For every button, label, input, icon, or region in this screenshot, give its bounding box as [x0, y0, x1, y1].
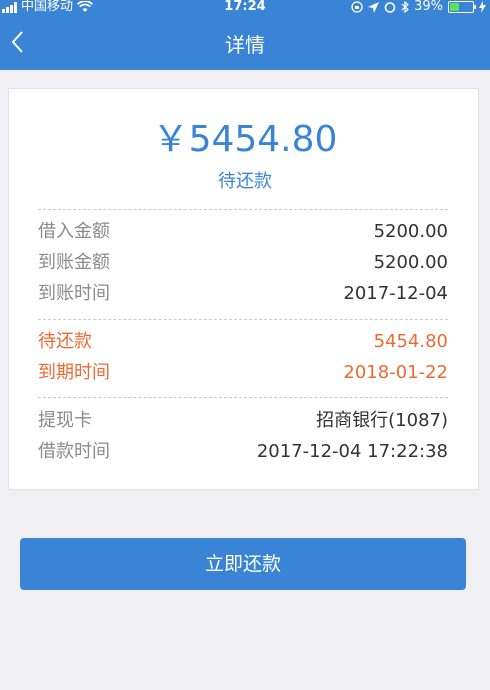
repay-now-button[interactable]: 立即还款	[20, 538, 466, 590]
row-label: 到账金额	[38, 252, 110, 273]
divider	[38, 319, 448, 320]
detail-row-withdrawal-card: 提现卡 招商银行(1087)	[38, 407, 448, 435]
row-label: 借款时间	[38, 441, 110, 462]
row-value: 2017-12-04	[343, 283, 448, 304]
divider	[38, 209, 448, 210]
page-title: 详情	[225, 33, 265, 57]
battery-icon	[448, 1, 476, 13]
detail-row-borrowed-amount: 借入金额 5200.00	[38, 218, 448, 246]
row-label: 待还款	[38, 331, 92, 352]
repayment-status: 待还款	[218, 171, 272, 192]
row-value: 2017-12-04 17:22:38	[256, 441, 448, 462]
divider	[38, 397, 448, 398]
detail-row-amount-due: 待还款 5454.80	[38, 328, 448, 356]
header-bar: 中国移动 17:24 39% 详情	[0, 0, 490, 70]
location-icon	[368, 1, 380, 13]
row-label: 提现卡	[38, 410, 92, 431]
detail-row-received-amount: 到账金额 5200.00	[38, 249, 448, 277]
detail-row-due-date: 到期时间 2018-01-22	[38, 359, 448, 387]
lock-rotation-icon	[351, 1, 363, 13]
alarm-icon	[384, 2, 396, 13]
bluetooth-icon	[401, 1, 410, 13]
detail-row-received-date: 到账时间 2017-12-04	[38, 280, 448, 308]
row-value: 招商银行(1087)	[316, 410, 448, 431]
battery-percent: 39%	[414, 0, 443, 14]
row-value: 5200.00	[373, 252, 448, 273]
row-label: 到期时间	[38, 362, 110, 383]
charging-icon	[479, 1, 486, 13]
row-value: 2018-01-22	[343, 362, 448, 383]
row-value: 5200.00	[373, 221, 448, 242]
status-bar: 中国移动 17:24 39%	[0, 0, 490, 16]
repayment-amount: ￥5454.80	[152, 119, 338, 160]
row-value: 5454.80	[373, 331, 448, 352]
detail-row-loan-time: 借款时间 2017-12-04 17:22:38	[38, 438, 448, 466]
row-label: 到账时间	[38, 283, 110, 304]
row-label: 借入金额	[38, 221, 110, 242]
